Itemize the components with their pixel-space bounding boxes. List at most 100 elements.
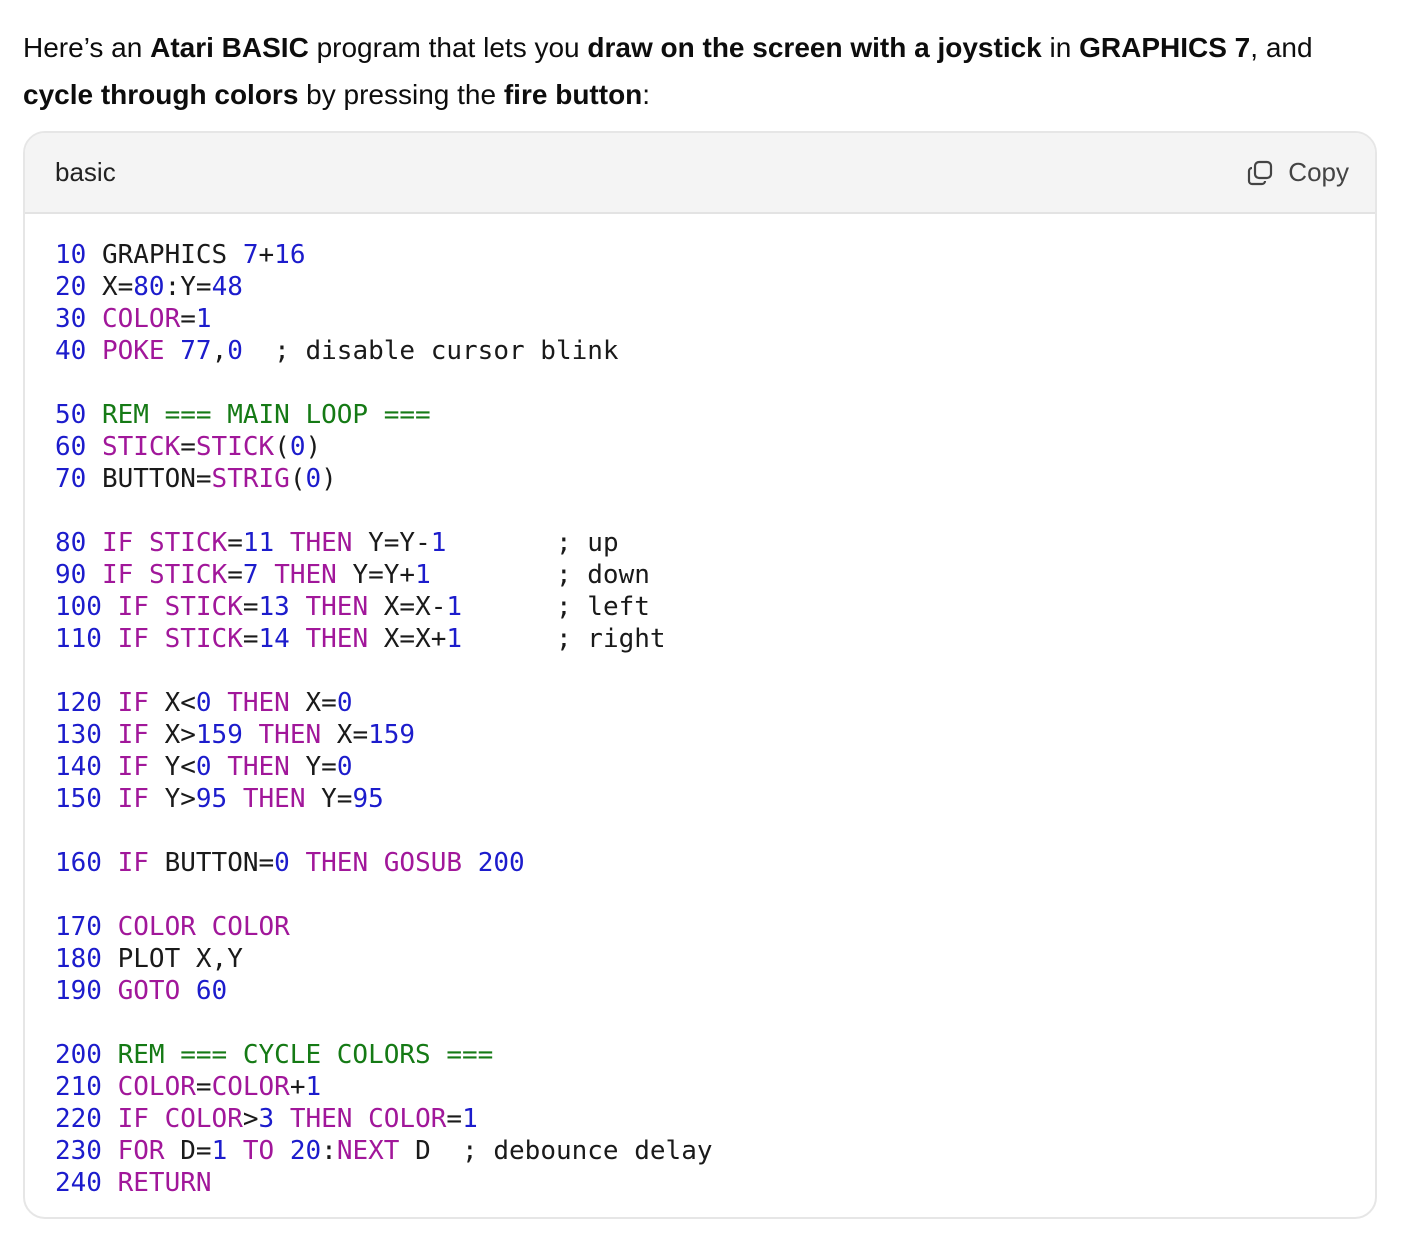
code-number-token: 95 (195, 784, 228, 814)
code-keyword-token: IF (117, 624, 149, 654)
code-number-token: 95 (352, 784, 384, 814)
code-content[interactable]: 10 GRAPHICS 7+16 20 X=80:Y=48 30 COLOR=1 40… (55, 239, 713, 1199)
code-line: 160 IF BUTTON=0 THEN GOSUB 200 (55, 847, 713, 879)
code-text-token: = (446, 1104, 463, 1134)
code-number-token: 7 (242, 240, 259, 270)
code-keyword-token: THEN (227, 688, 290, 718)
intro-bold-atari-basic: Atari BASIC (150, 32, 309, 63)
intro-bold-draw: draw on the screen with a joystick (587, 32, 1042, 63)
code-keyword-token: TO (242, 1136, 275, 1166)
code-text-token: = (242, 592, 259, 622)
code-number-token: 70 (55, 464, 87, 494)
code-keyword-token: STICK (164, 592, 243, 622)
code-keyword-token: FOR (117, 1136, 165, 1166)
code-keyword-token: GOTO (117, 976, 181, 1006)
code-number-token: 11 (242, 528, 275, 558)
code-text-token: ; up (446, 528, 619, 558)
code-line: 30 COLOR=1 (55, 303, 713, 335)
code-number-token: 159 (368, 720, 416, 750)
code-text-token: Y= (305, 784, 353, 814)
code-rem-token: REM === CYCLE COLORS === (101, 1040, 494, 1070)
code-text-token: Y=Y- (352, 528, 431, 558)
code-block-header: basic Copy (25, 133, 1375, 214)
copy-button[interactable]: Copy (1246, 157, 1349, 188)
code-keyword-token: RETURN (117, 1168, 212, 1198)
code-keyword-token: STICK (195, 432, 275, 462)
code-number-token: 200 (55, 1040, 102, 1070)
code-line: 20 X=80:Y=48 (55, 271, 713, 303)
intro-bold-fire: fire button (503, 79, 643, 110)
code-keyword-token: STRIG (211, 464, 290, 494)
code-keyword-token: IF (117, 720, 149, 750)
code-keyword-token: COLOR (164, 1104, 243, 1134)
code-number-token: 1 (211, 1136, 228, 1166)
code-text-token: = (227, 560, 243, 590)
code-number-token: 159 (195, 720, 243, 750)
code-line: 10 GRAPHICS 7+16 (55, 239, 713, 271)
code-line: 150 IF Y>95 THEN Y=95 (55, 783, 713, 815)
code-keyword-token: GOSUB (383, 848, 463, 878)
code-keyword-token: IF (117, 688, 149, 718)
code-text-token: D ; debounce delay (399, 1136, 713, 1166)
code-line: 220 IF COLOR>3 THEN COLOR=1 (55, 1103, 713, 1135)
code-keyword-token: THEN (289, 1104, 353, 1134)
code-number-token: 240 (55, 1168, 102, 1198)
code-number-token: 110 (55, 624, 102, 654)
code-line: 180 PLOT X,Y (55, 943, 713, 975)
code-number-token: 1 (446, 624, 463, 654)
code-text-token: = (242, 624, 259, 654)
code-text-token: : (321, 1136, 337, 1166)
code-keyword-token: THEN (274, 560, 337, 590)
code-number-token: 130 (55, 720, 102, 750)
code-number-token: 1 (415, 560, 431, 590)
code-keyword-token: IF (101, 560, 134, 590)
code-number-token: 200 (477, 848, 525, 878)
code-line: 200 REM === CYCLE COLORS === (55, 1039, 713, 1071)
intro-text: : (642, 79, 651, 110)
code-number-token: 14 (258, 624, 290, 654)
code-number-token: 220 (55, 1104, 102, 1134)
code-keyword-token: IF (117, 784, 149, 814)
code-number-token: 210 (55, 1072, 102, 1102)
code-text-token: BUTTON= (148, 848, 275, 878)
code-line: 110 IF STICK=14 THEN X=X+1 ; right (55, 623, 713, 655)
code-keyword-token: COLOR (117, 912, 196, 942)
code-number-token: 80 (133, 272, 165, 302)
code-line: 50 REM === MAIN LOOP === (55, 399, 713, 431)
code-text-token: X= (289, 688, 337, 718)
code-line: 90 IF STICK=7 THEN Y=Y+1 ; down (55, 559, 713, 591)
code-number-token: 230 (55, 1136, 102, 1166)
code-keyword-token: COLOR (101, 304, 181, 334)
code-text-token: ) (321, 464, 337, 494)
code-text-token: ; down (430, 560, 650, 590)
code-number-token: 190 (55, 976, 102, 1006)
code-text-token: = (180, 432, 196, 462)
code-number-token: 30 (55, 304, 87, 334)
code-line: 190 GOTO 60 (55, 975, 713, 1007)
code-text-token: X> (148, 720, 196, 750)
code-keyword-token: THEN (305, 592, 369, 622)
code-number-token: 40 (55, 336, 87, 366)
code-rem-token: REM === MAIN LOOP === (86, 400, 431, 430)
code-keyword-token: THEN (258, 720, 322, 750)
intro-text: program that lets you (308, 32, 588, 63)
code-number-token: 0 (305, 464, 322, 494)
